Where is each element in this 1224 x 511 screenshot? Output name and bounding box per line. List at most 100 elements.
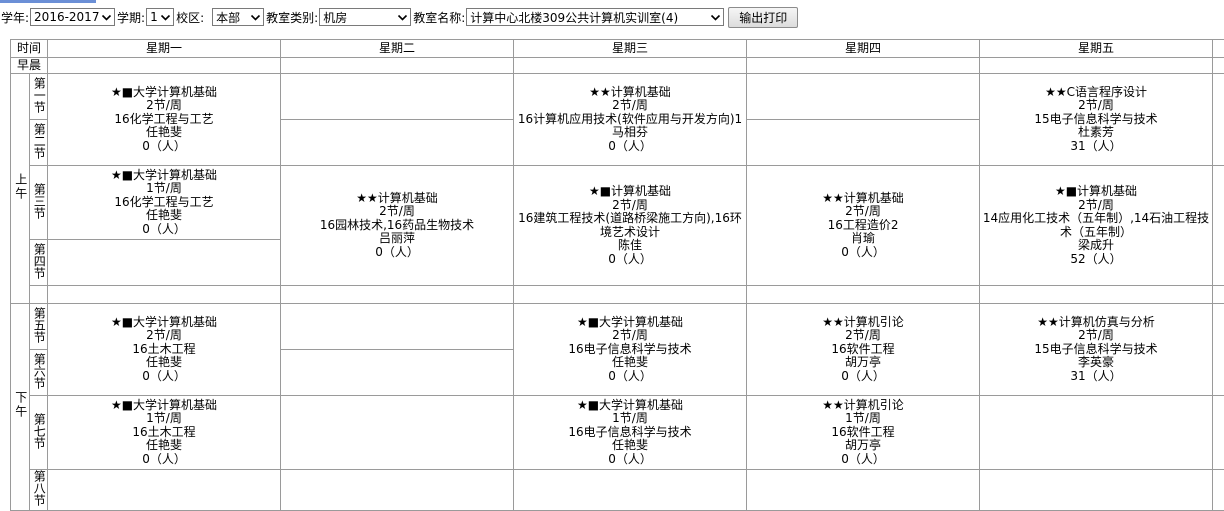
course-teacher: 马相芬 xyxy=(612,125,649,140)
cell xyxy=(746,119,981,166)
course-teacher: 陈佳 xyxy=(618,238,643,252)
cell xyxy=(1212,57,1224,74)
course-name: ★■大学计算机基础 xyxy=(110,397,218,412)
course-cell[interactable]: ★★计算机引论 1节/周 16软件工程 胡万亭 0（人） xyxy=(746,395,981,470)
course-cell[interactable]: ★★计算机基础 2节/周 16工程造价2 肖瑜 0（人） xyxy=(746,165,981,286)
cell xyxy=(1212,165,1224,286)
course-hours: 2节/周 xyxy=(612,197,648,212)
course-teacher: 任艳斐 xyxy=(612,355,649,370)
course-teacher: 任艳斐 xyxy=(146,438,183,453)
course-hours: 2节/周 xyxy=(1078,197,1114,212)
course-cell[interactable]: ★■大学计算机基础 2节/周 16土木工程 任艳斐 0（人） xyxy=(47,303,282,396)
course-name: ★★计算机基础 xyxy=(589,84,671,99)
course-name: ★★计算机引论 xyxy=(822,397,904,412)
cell xyxy=(280,119,515,166)
course-cell[interactable]: ★■计算机基础 2节/周 16建筑工程技术(道路桥梁施工方向),16环境艺术设计… xyxy=(513,165,748,286)
course-count: 0（人） xyxy=(841,244,885,259)
period-6-label: 第六节 xyxy=(28,349,49,396)
course-class: 16园林技术,16药品生物技术 xyxy=(319,217,475,232)
course-hours: 2节/周 xyxy=(1078,328,1114,343)
course-cell[interactable]: ★★计算机基础 2节/周 16计算机应用技术(软件应用与开发方向)1 马相芬 0… xyxy=(513,73,748,166)
room-type-label: 教室类别: xyxy=(266,10,319,25)
course-count: 0（人） xyxy=(142,368,186,383)
course-hours: 1节/周 xyxy=(146,181,182,196)
term-value: 1 xyxy=(150,10,158,24)
course-count: 0（人） xyxy=(608,451,652,466)
term-select[interactable]: 1 xyxy=(146,8,175,26)
session-morning: 上午 xyxy=(10,73,30,304)
campus-select[interactable]: 本部 xyxy=(212,8,265,26)
cell xyxy=(47,469,282,511)
course-teacher: 胡万亭 xyxy=(845,438,882,453)
course-class: 16建筑工程技术(道路桥梁施工方向),16环境艺术设计 xyxy=(518,211,742,239)
year-select[interactable]: 2016-2017 xyxy=(30,8,116,26)
course-count: 0（人） xyxy=(608,368,652,383)
chevron-down-icon xyxy=(710,12,721,23)
course-teacher: 胡万亭 xyxy=(845,355,882,370)
course-count: 0（人） xyxy=(608,138,652,153)
course-count: 0（人） xyxy=(608,251,652,266)
cell xyxy=(513,469,748,511)
campus-label: 校区: xyxy=(176,10,205,25)
course-cell[interactable]: ★■计算机基础 2节/周 14应用化工技术（五年制）,14石油工程技术（五年制）… xyxy=(979,165,1214,286)
course-cell[interactable]: ★★计算机基础 2节/周 16园林技术,16药品生物技术 吕丽萍 0（人） xyxy=(280,165,515,286)
chevron-down-icon xyxy=(250,12,261,23)
term-label: 学期: xyxy=(117,10,146,25)
course-cell[interactable]: ★★计算机引论 2节/周 16软件工程 胡万亭 0（人） xyxy=(746,303,981,396)
day-header-extra xyxy=(1212,39,1224,58)
room-type-select[interactable]: 机房 xyxy=(319,8,412,26)
course-teacher: 任艳斐 xyxy=(146,125,183,140)
period-5-label: 第五节 xyxy=(28,303,49,350)
course-class: 16计算机应用技术(软件应用与开发方向)1 xyxy=(517,111,743,126)
course-name: ★■大学计算机基础 xyxy=(110,314,218,329)
course-hours: 2节/周 xyxy=(379,204,415,219)
cell xyxy=(1212,395,1224,470)
room-name-select[interactable]: 计算中心北楼309公共计算机实训室(4) xyxy=(466,8,725,26)
room-name-value: 计算中心北楼309公共计算机实训室(4) xyxy=(470,10,679,25)
session-afternoon: 下午 xyxy=(10,303,30,511)
course-hours: 1节/周 xyxy=(146,411,182,426)
cell xyxy=(47,239,282,286)
course-cell[interactable]: ★■大学计算机基础 2节/周 16电子信息科学与技术 任艳斐 0（人） xyxy=(513,303,748,396)
course-count: 0（人） xyxy=(142,221,186,236)
course-cell[interactable]: ★■大学计算机基础 1节/周 16土木工程 任艳斐 0（人） xyxy=(47,395,282,470)
period-1-label: 第一节 xyxy=(28,73,49,120)
course-hours: 1节/周 xyxy=(845,411,881,426)
course-hours: 2节/周 xyxy=(845,204,881,219)
period-2-label: 第二节 xyxy=(28,119,49,166)
cell xyxy=(746,285,981,304)
early-label: 早晨 xyxy=(9,57,49,74)
print-button[interactable]: 输出打印 xyxy=(728,6,799,28)
year-label: 学年: xyxy=(1,10,30,25)
cell xyxy=(979,469,1214,511)
course-teacher: 肖瑜 xyxy=(851,231,876,246)
course-count: 0（人） xyxy=(375,244,419,259)
course-name: ★■大学计算机基础 xyxy=(576,314,684,329)
time-header: 时间 xyxy=(9,39,49,58)
course-cell[interactable]: ★★计算机仿真与分析 2节/周 15电子信息科学与技术 李英豪 31（人） xyxy=(979,303,1214,396)
cell xyxy=(979,285,1214,304)
course-cell[interactable]: ★■大学计算机基础 2节/周 16化学工程与工艺 任艳斐 0（人） xyxy=(47,73,282,166)
cell xyxy=(280,57,515,74)
chevron-down-icon xyxy=(101,12,112,23)
course-cell[interactable]: ★■大学计算机基础 1节/周 16电子信息科学与技术 任艳斐 0（人） xyxy=(513,395,748,470)
course-count: 31（人） xyxy=(1070,368,1122,383)
room-type-value: 机房 xyxy=(323,10,348,25)
course-cell[interactable]: ★★C语言程序设计 2节/周 15电子信息科学与技术 杜素芳 31（人） xyxy=(979,73,1214,166)
cell xyxy=(746,57,981,74)
cell xyxy=(1212,285,1224,304)
course-cell[interactable]: ★■大学计算机基础 1节/周 16化学工程与工艺 任艳斐 0（人） xyxy=(47,165,282,240)
day-header-mon: 星期一 xyxy=(47,39,282,58)
course-teacher: 梁成升 xyxy=(1078,238,1115,252)
course-hours: 2节/周 xyxy=(146,328,182,343)
course-count: 0（人） xyxy=(142,138,186,153)
course-teacher: 李英豪 xyxy=(1078,355,1115,370)
course-name: ★■计算机基础 xyxy=(588,184,672,198)
course-teacher: 杜素芳 xyxy=(1078,125,1115,140)
cell xyxy=(746,73,981,120)
course-name: ★★计算机基础 xyxy=(356,190,438,205)
cell xyxy=(280,73,515,120)
course-teacher: 吕丽萍 xyxy=(379,231,416,246)
chevron-down-icon xyxy=(160,12,171,23)
course-hours: 1节/周 xyxy=(612,411,648,426)
